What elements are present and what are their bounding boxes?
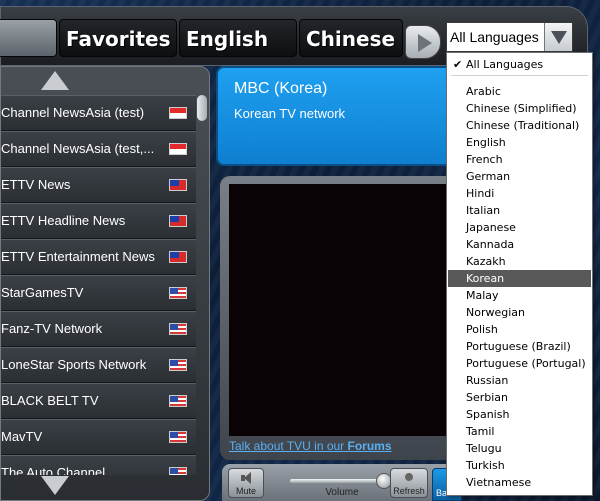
channel-name: Channel NewsAsia (test,... [1, 141, 155, 156]
dropdown-option[interactable]: Polish [448, 321, 591, 338]
scroll-thumb[interactable] [197, 95, 207, 121]
dropdown-option[interactable]: French [448, 151, 591, 168]
dropdown-option[interactable]: Chinese (Simplified) [448, 100, 591, 117]
dropdown-option[interactable]: Chinese (Traditional) [448, 117, 591, 134]
dropdown-option[interactable]: All Languages [448, 56, 591, 73]
volume-label: Volume [325, 487, 359, 498]
dropdown-option[interactable]: Vietnamese [448, 474, 591, 491]
tab-chinese[interactable]: Chinese [299, 19, 403, 57]
channel-name: ETTV News [1, 177, 71, 192]
channel-info-panel: MBC (Korea) Korean TV network [216, 66, 458, 166]
channel-name: StarGamesTV [1, 285, 84, 300]
mute-button[interactable]: Mute [228, 468, 264, 498]
tab-favorites[interactable]: Favorites [59, 19, 177, 57]
dropdown-option[interactable]: Kazakh [448, 253, 591, 270]
refresh-button[interactable]: Refresh [390, 468, 428, 498]
speaker-icon [241, 472, 253, 484]
channel-name: ETTV Headline News [1, 213, 126, 228]
channel-name: MavTV [1, 429, 43, 444]
dropdown-option[interactable]: Norwegian [448, 304, 591, 321]
dropdown-option[interactable]: Telugu [448, 440, 591, 457]
channel-name: LoneStar Sports Network [1, 357, 147, 372]
channel-list: Channel NewsAsia (test) Channel NewsAsia … [1, 95, 196, 475]
singapore-flag-icon [169, 107, 187, 119]
channel-list-scrollbar[interactable] [196, 95, 208, 473]
dropdown-option[interactable]: English [448, 134, 591, 151]
dropdown-option[interactable]: Portuguese (Brazil) [448, 338, 591, 355]
channel-list-item[interactable]: Channel NewsAsia (test) [1, 95, 196, 131]
tab-all[interactable] [0, 19, 57, 57]
video-frame: Talk about TVU in our Forums [220, 176, 465, 460]
usa-flag-icon [169, 395, 187, 407]
mute-label: Mute [235, 486, 256, 496]
channel-name: Channel NewsAsia (test) [1, 105, 145, 120]
control-bar: Mute Volume Refresh Ban [222, 464, 462, 501]
forums-line: Talk about TVU in our Forums [229, 439, 392, 453]
usa-flag-icon [169, 323, 187, 335]
dropdown-option[interactable]: Spanish [448, 406, 591, 423]
forums-link[interactable]: Forums [348, 439, 392, 453]
channel-list-item[interactable]: ETTV News [1, 167, 196, 203]
dropdown-separator [451, 75, 588, 76]
tab-next-arrow-icon[interactable] [405, 25, 441, 59]
channel-list-item[interactable]: Channel NewsAsia (test,... [1, 131, 196, 167]
dropdown-option[interactable]: Russian [448, 372, 591, 389]
dropdown-option[interactable]: Kannada [448, 236, 591, 253]
dropdown-arrow-icon[interactable] [544, 23, 572, 51]
language-select-value: All Languages [450, 29, 539, 45]
channel-name: Fanz-TV Network [1, 321, 103, 336]
language-dropdown-list: All Languages ArabicChinese (Simplified)C… [446, 52, 593, 496]
dropdown-option[interactable]: Tamil [448, 423, 591, 440]
dropdown-option[interactable]: Japanese [448, 219, 591, 236]
channel-list-item[interactable]: ETTV Entertainment News [1, 239, 196, 275]
taiwan-flag-icon [169, 215, 187, 227]
channel-name: ETTV Entertainment News [1, 249, 155, 264]
channel-list-panel: Channel NewsAsia (test) Channel NewsAsia … [0, 66, 210, 501]
video-screen[interactable] [229, 184, 459, 436]
dropdown-option[interactable]: Portuguese (Portugal) [448, 355, 591, 372]
channel-list-item[interactable]: MavTV [1, 419, 196, 455]
singapore-flag-icon [169, 143, 187, 155]
dropdown-option[interactable]: Serbian [448, 389, 591, 406]
refresh-label: Refresh [393, 486, 425, 496]
taiwan-flag-icon [169, 179, 187, 191]
channel-list-item[interactable]: StarGamesTV [1, 275, 196, 311]
dropdown-option[interactable]: Malay [448, 287, 591, 304]
forums-prefix-text[interactable]: Talk about TVU in our [229, 439, 348, 453]
usa-flag-icon [169, 287, 187, 299]
usa-flag-icon [169, 431, 187, 443]
dropdown-option[interactable]: Arabic [448, 83, 591, 100]
volume-slider[interactable]: Volume [282, 468, 402, 498]
refresh-icon [405, 473, 413, 481]
channel-list-item[interactable]: ETTV Headline News [1, 203, 196, 239]
tab-english[interactable]: English [179, 19, 297, 57]
language-select[interactable]: All Languages [446, 22, 573, 52]
dropdown-option[interactable]: Hindi [448, 185, 591, 202]
channel-description: Korean TV network [234, 106, 346, 121]
scroll-down-arrow-icon[interactable] [1, 472, 206, 498]
channel-title: MBC (Korea) [234, 80, 328, 97]
taiwan-flag-icon [169, 251, 187, 263]
dropdown-option[interactable]: Korean [448, 270, 591, 287]
channel-list-item[interactable]: BLACK BELT TV [1, 383, 196, 419]
channel-list-item[interactable]: LoneStar Sports Network [1, 347, 196, 383]
dropdown-option[interactable]: Italian [448, 202, 591, 219]
scroll-up-arrow-icon[interactable] [1, 67, 206, 93]
channel-name: BLACK BELT TV [1, 393, 99, 408]
channel-list-item[interactable]: Fanz-TV Network [1, 311, 196, 347]
usa-flag-icon [169, 359, 187, 371]
dropdown-option[interactable]: Turkish [448, 457, 591, 474]
dropdown-option[interactable]: German [448, 168, 591, 185]
